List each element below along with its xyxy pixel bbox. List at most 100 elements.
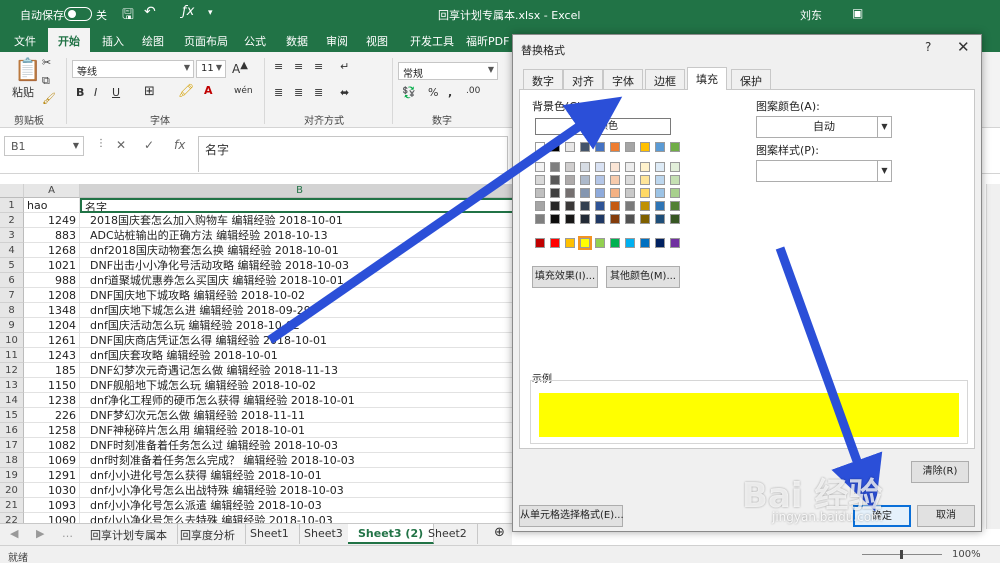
tab-view[interactable]: 视图 — [366, 33, 388, 49]
color-swatch[interactable] — [625, 188, 635, 198]
color-swatch[interactable] — [535, 201, 545, 211]
column-header-b[interactable]: B — [80, 184, 512, 198]
color-swatch[interactable] — [625, 214, 635, 224]
color-swatch[interactable] — [580, 142, 590, 152]
color-swatch[interactable] — [535, 142, 545, 152]
cell-id[interactable]: 1258 — [24, 423, 80, 438]
color-swatch[interactable] — [625, 142, 635, 152]
percent-icon[interactable]: % — [428, 86, 438, 99]
cell-name[interactable]: dnf时刻准备着任务怎么完成？ 编辑经验 2018-10-03 — [80, 453, 512, 468]
fill-effects-button[interactable]: 填充效果(I)... — [532, 266, 598, 288]
cell-id[interactable]: 1291 — [24, 468, 80, 483]
row-header[interactable]: 10 — [0, 333, 24, 348]
cell-a1[interactable]: hao — [24, 198, 80, 213]
row-header[interactable]: 12 — [0, 363, 24, 378]
tab-insert[interactable]: 插入 — [102, 33, 124, 49]
cell-name[interactable]: dnf小小进化号怎么获得 编辑经验 2018-10-01 — [80, 468, 512, 483]
confirm-entry-icon[interactable]: ✓ — [144, 138, 154, 152]
select-all-corner[interactable] — [0, 184, 24, 198]
no-color-button[interactable]: 无颜色 — [535, 118, 671, 135]
paste-button[interactable]: 粘贴 — [12, 84, 34, 100]
color-swatch[interactable] — [580, 188, 590, 198]
insert-function-icon[interactable]: fx — [174, 138, 185, 152]
row-header[interactable]: 5 — [0, 258, 24, 273]
color-swatch[interactable] — [578, 236, 592, 250]
color-swatch[interactable] — [625, 238, 635, 248]
close-button[interactable]: ✕ — [957, 38, 970, 56]
row-header[interactable]: 2 — [0, 213, 24, 228]
cancel-button[interactable]: 取消 — [917, 505, 975, 527]
cell-name[interactable]: DNF舰船地下城怎么玩 编辑经验 2018-10-02 — [80, 378, 512, 393]
ribbon-display-icon[interactable]: ▣ — [852, 6, 863, 20]
cell-id[interactable]: 1150 — [24, 378, 80, 393]
font-color-icon[interactable]: A — [204, 84, 213, 97]
color-swatch[interactable] — [610, 238, 620, 248]
row-header[interactable]: 13 — [0, 378, 24, 393]
color-swatch[interactable] — [655, 142, 665, 152]
color-swatch[interactable] — [655, 201, 665, 211]
color-swatch[interactable] — [595, 175, 605, 185]
color-swatch[interactable] — [580, 214, 590, 224]
cell-id[interactable]: 1261 — [24, 333, 80, 348]
cell-id[interactable]: 226 — [24, 408, 80, 423]
sheet-tab-4[interactable]: Sheet3 — [294, 524, 354, 544]
color-swatch[interactable] — [550, 214, 560, 224]
row-header[interactable]: 3 — [0, 228, 24, 243]
color-swatch[interactable] — [655, 162, 665, 172]
customize-quick-access-icon[interactable]: ▾ — [208, 8, 213, 18]
color-swatch[interactable] — [565, 162, 575, 172]
row-header[interactable]: 4 — [0, 243, 24, 258]
cell-name[interactable]: DNF神秘碎片怎么用 编辑经验 2018-10-01 — [80, 423, 512, 438]
cell-id[interactable]: 1090 — [24, 513, 80, 523]
tab-data[interactable]: 数据 — [286, 33, 308, 49]
formula-input[interactable]: 名字 — [198, 136, 508, 172]
color-swatch[interactable] — [565, 175, 575, 185]
row-header[interactable]: 1 — [0, 198, 24, 213]
color-swatch[interactable] — [625, 201, 635, 211]
cell-id[interactable]: 185 — [24, 363, 80, 378]
wrap-text-icon[interactable]: ↵ — [340, 60, 349, 73]
cell-name[interactable]: dnf小小净化号怎么去特殊 编辑经验 2018-10-03 — [80, 513, 512, 523]
increase-decimal-icon[interactable]: .00 — [466, 86, 480, 96]
color-swatch[interactable] — [550, 238, 560, 248]
row-header[interactable]: 14 — [0, 393, 24, 408]
name-box[interactable]: B1 ▼ — [4, 136, 84, 156]
cell-name[interactable]: dnf2018国庆动物套怎么换 编辑经验 2018-10-01 — [80, 243, 512, 258]
tab-border[interactable]: 边框 — [645, 69, 685, 89]
cancel-entry-icon[interactable]: ✕ — [116, 138, 126, 152]
cell-b1-selected[interactable]: 名字 — [80, 198, 512, 213]
accounting-format-icon[interactable]: 💱 — [402, 86, 416, 99]
tab-review[interactable]: 审阅 — [326, 33, 348, 49]
color-swatch[interactable] — [640, 162, 650, 172]
color-swatch[interactable] — [640, 238, 650, 248]
align-left-icon[interactable]: ≣ — [274, 86, 283, 99]
color-swatch[interactable] — [610, 201, 620, 211]
color-swatch[interactable] — [550, 162, 560, 172]
row-header[interactable]: 16 — [0, 423, 24, 438]
color-swatch[interactable] — [565, 201, 575, 211]
row-header[interactable]: 7 — [0, 288, 24, 303]
cell-id[interactable]: 1030 — [24, 483, 80, 498]
bold-button[interactable]: B — [76, 86, 84, 99]
cell-name[interactable]: dnf道聚城优惠券怎么买国庆 编辑经验 2018-10-01 — [80, 273, 512, 288]
sheet-tab-6[interactable]: Sheet2 — [418, 524, 478, 544]
color-swatch[interactable] — [580, 175, 590, 185]
row-header[interactable]: 6 — [0, 273, 24, 288]
cell-id[interactable]: 1348 — [24, 303, 80, 318]
tab-formulas[interactable]: 公式 — [244, 33, 266, 49]
add-sheet-icon[interactable]: ⊕ — [484, 524, 515, 544]
vertical-scrollbar[interactable] — [986, 184, 1000, 529]
color-swatch[interactable] — [655, 214, 665, 224]
row-header[interactable]: 11 — [0, 348, 24, 363]
sheet-tab-1[interactable]: 回享计划专属本 — [80, 524, 178, 544]
function-icon[interactable]: ƒx — [182, 4, 194, 19]
font-size-select[interactable]: 11 ▼ — [196, 60, 226, 78]
tab-font[interactable]: 字体 — [603, 69, 643, 89]
cell-id[interactable]: 1243 — [24, 348, 80, 363]
color-swatch[interactable] — [640, 188, 650, 198]
color-swatch[interactable] — [550, 175, 560, 185]
cell-id[interactable]: 1093 — [24, 498, 80, 513]
help-button[interactable]: ? — [925, 40, 931, 54]
color-swatch[interactable] — [640, 142, 650, 152]
cell-name[interactable]: DNF时刻准备着任务怎么过 编辑经验 2018-10-03 — [80, 438, 512, 453]
